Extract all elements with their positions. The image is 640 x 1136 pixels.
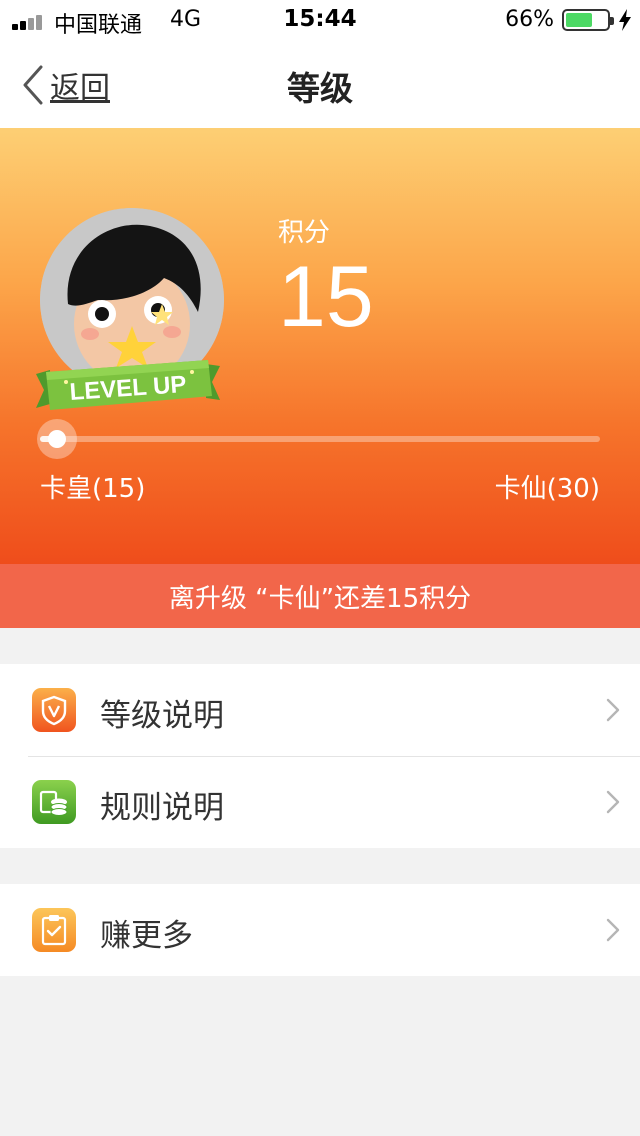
upgrade-hint-banner: 离升级 “卡仙”还差15积分 <box>0 564 640 628</box>
level-progress-knob <box>36 419 77 459</box>
shield-v-icon <box>32 688 76 732</box>
menu-item-earn-more[interactable]: 赚更多 <box>0 884 640 976</box>
points-value: 15 <box>278 249 374 345</box>
next-level-label: 卡仙(30) <box>494 474 600 504</box>
chevron-right-icon <box>606 790 620 814</box>
menu-item-level-description[interactable]: 等级说明 <box>0 664 640 756</box>
level-up-badge: LEVEL UP <box>36 360 220 410</box>
coins-icon <box>32 780 76 824</box>
level-header: LEVEL UP 积分 15 卡皇(15) 卡仙(30) <box>0 128 640 564</box>
menu-item-label: 等级说明 <box>100 698 224 734</box>
menu-group-info: 等级说明 规则说明 <box>0 664 640 848</box>
menu-group-earn: 赚更多 <box>0 884 640 976</box>
battery-percent: 66% <box>505 7 554 32</box>
battery-icon <box>562 9 614 31</box>
chevron-right-icon <box>606 918 620 942</box>
level-progress-bar <box>36 419 600 459</box>
page-title: 等级 <box>287 69 353 108</box>
current-level-label: 卡皇(15) <box>40 474 146 504</box>
clipboard-check-icon <box>32 908 76 952</box>
menu-item-rule-description[interactable]: 规则说明 <box>0 756 640 848</box>
chevron-right-icon <box>606 698 620 722</box>
battery-fill <box>566 13 592 27</box>
menu-item-label: 赚更多 <box>100 918 193 954</box>
level-page: 中国联通 4G 15:44 66% 返回 等级 LEVEL UP 积分 15 卡… <box>0 0 640 1136</box>
charging-bolt-icon <box>619 9 631 31</box>
points-label: 积分 <box>278 218 331 248</box>
menu-item-label: 规则说明 <box>100 790 224 826</box>
nav-bar: 返回 等级 <box>0 40 640 128</box>
status-bar: 中国联通 4G 15:44 66% <box>0 0 640 40</box>
